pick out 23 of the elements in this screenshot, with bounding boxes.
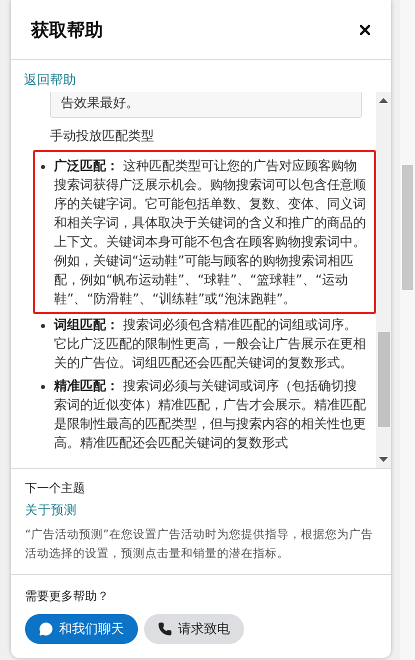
- scroll-down-icon[interactable]: [379, 457, 388, 462]
- call-button[interactable]: 请求致电: [144, 614, 244, 644]
- bullet-text: 词组匹配： 搜索词必须包含精准匹配的词组或词序。它比广泛匹配的限制性更高，一般会让广告展示在更相关的广告位。词组匹配还会匹配关键词的复数形式。: [54, 317, 366, 373]
- next-topic-label: 下一个主题: [25, 480, 86, 497]
- quote-text: 告效果最好。: [50, 92, 362, 118]
- scroll-thumb[interactable]: [378, 332, 390, 427]
- back-link[interactable]: 返回帮助: [24, 71, 391, 89]
- topic-link[interactable]: 关于预测: [25, 502, 377, 519]
- page-scroll-thumb[interactable]: [402, 165, 413, 290]
- scrollbar[interactable]: [376, 92, 391, 468]
- bullet-dot: [41, 324, 45, 328]
- bullet-text: 广泛匹配： 这种匹配类型可让您的广告对应顾客购物搜索词获得广泛展示机会。购物搜索词可以包含任意顺序的关键字词。它可能包括单数、复数、变体、同义词和相关字词，具体取决于关键词的含义和推广的商品的上下文。关键词本身可能不包含在顾客购物搜索词中。例如，关键词“运动鞋”可能与顾客的购物搜索词相匹配，例如“帆布运动鞋”、“球鞋”、“篮球鞋”、“运动鞋”、“防滑鞋”、“训练鞋”或“泡沫跑鞋”。: [54, 158, 366, 309]
- phone-icon: [158, 622, 172, 636]
- scroll-up-icon[interactable]: [379, 98, 388, 103]
- bullet-dot: [41, 165, 45, 169]
- panel-title: 获取帮助: [31, 18, 103, 42]
- chat-button[interactable]: 和我们聊天: [25, 614, 138, 644]
- help-label: 需要更多帮助？: [25, 588, 110, 605]
- chat-icon: [39, 622, 53, 636]
- bullet-text: 精准匹配： 搜索词必须与关键词或词序（包括确切搜索词的近似变体）精准匹配，广告才会展示。精准匹配是限制性最高的匹配类型，但与搜索内容的相关性也更高。精准匹配还会匹配关键词的复数形式: [54, 378, 366, 453]
- section-heading: 手动投放匹配类型: [50, 128, 155, 145]
- bullet-dot: [41, 385, 45, 389]
- topic-description: “广告活动预测”在您设置广告活动时为您提供指导，根据您为广告活动选择的设置，预测点击量和销量的潜在指标。: [25, 526, 374, 562]
